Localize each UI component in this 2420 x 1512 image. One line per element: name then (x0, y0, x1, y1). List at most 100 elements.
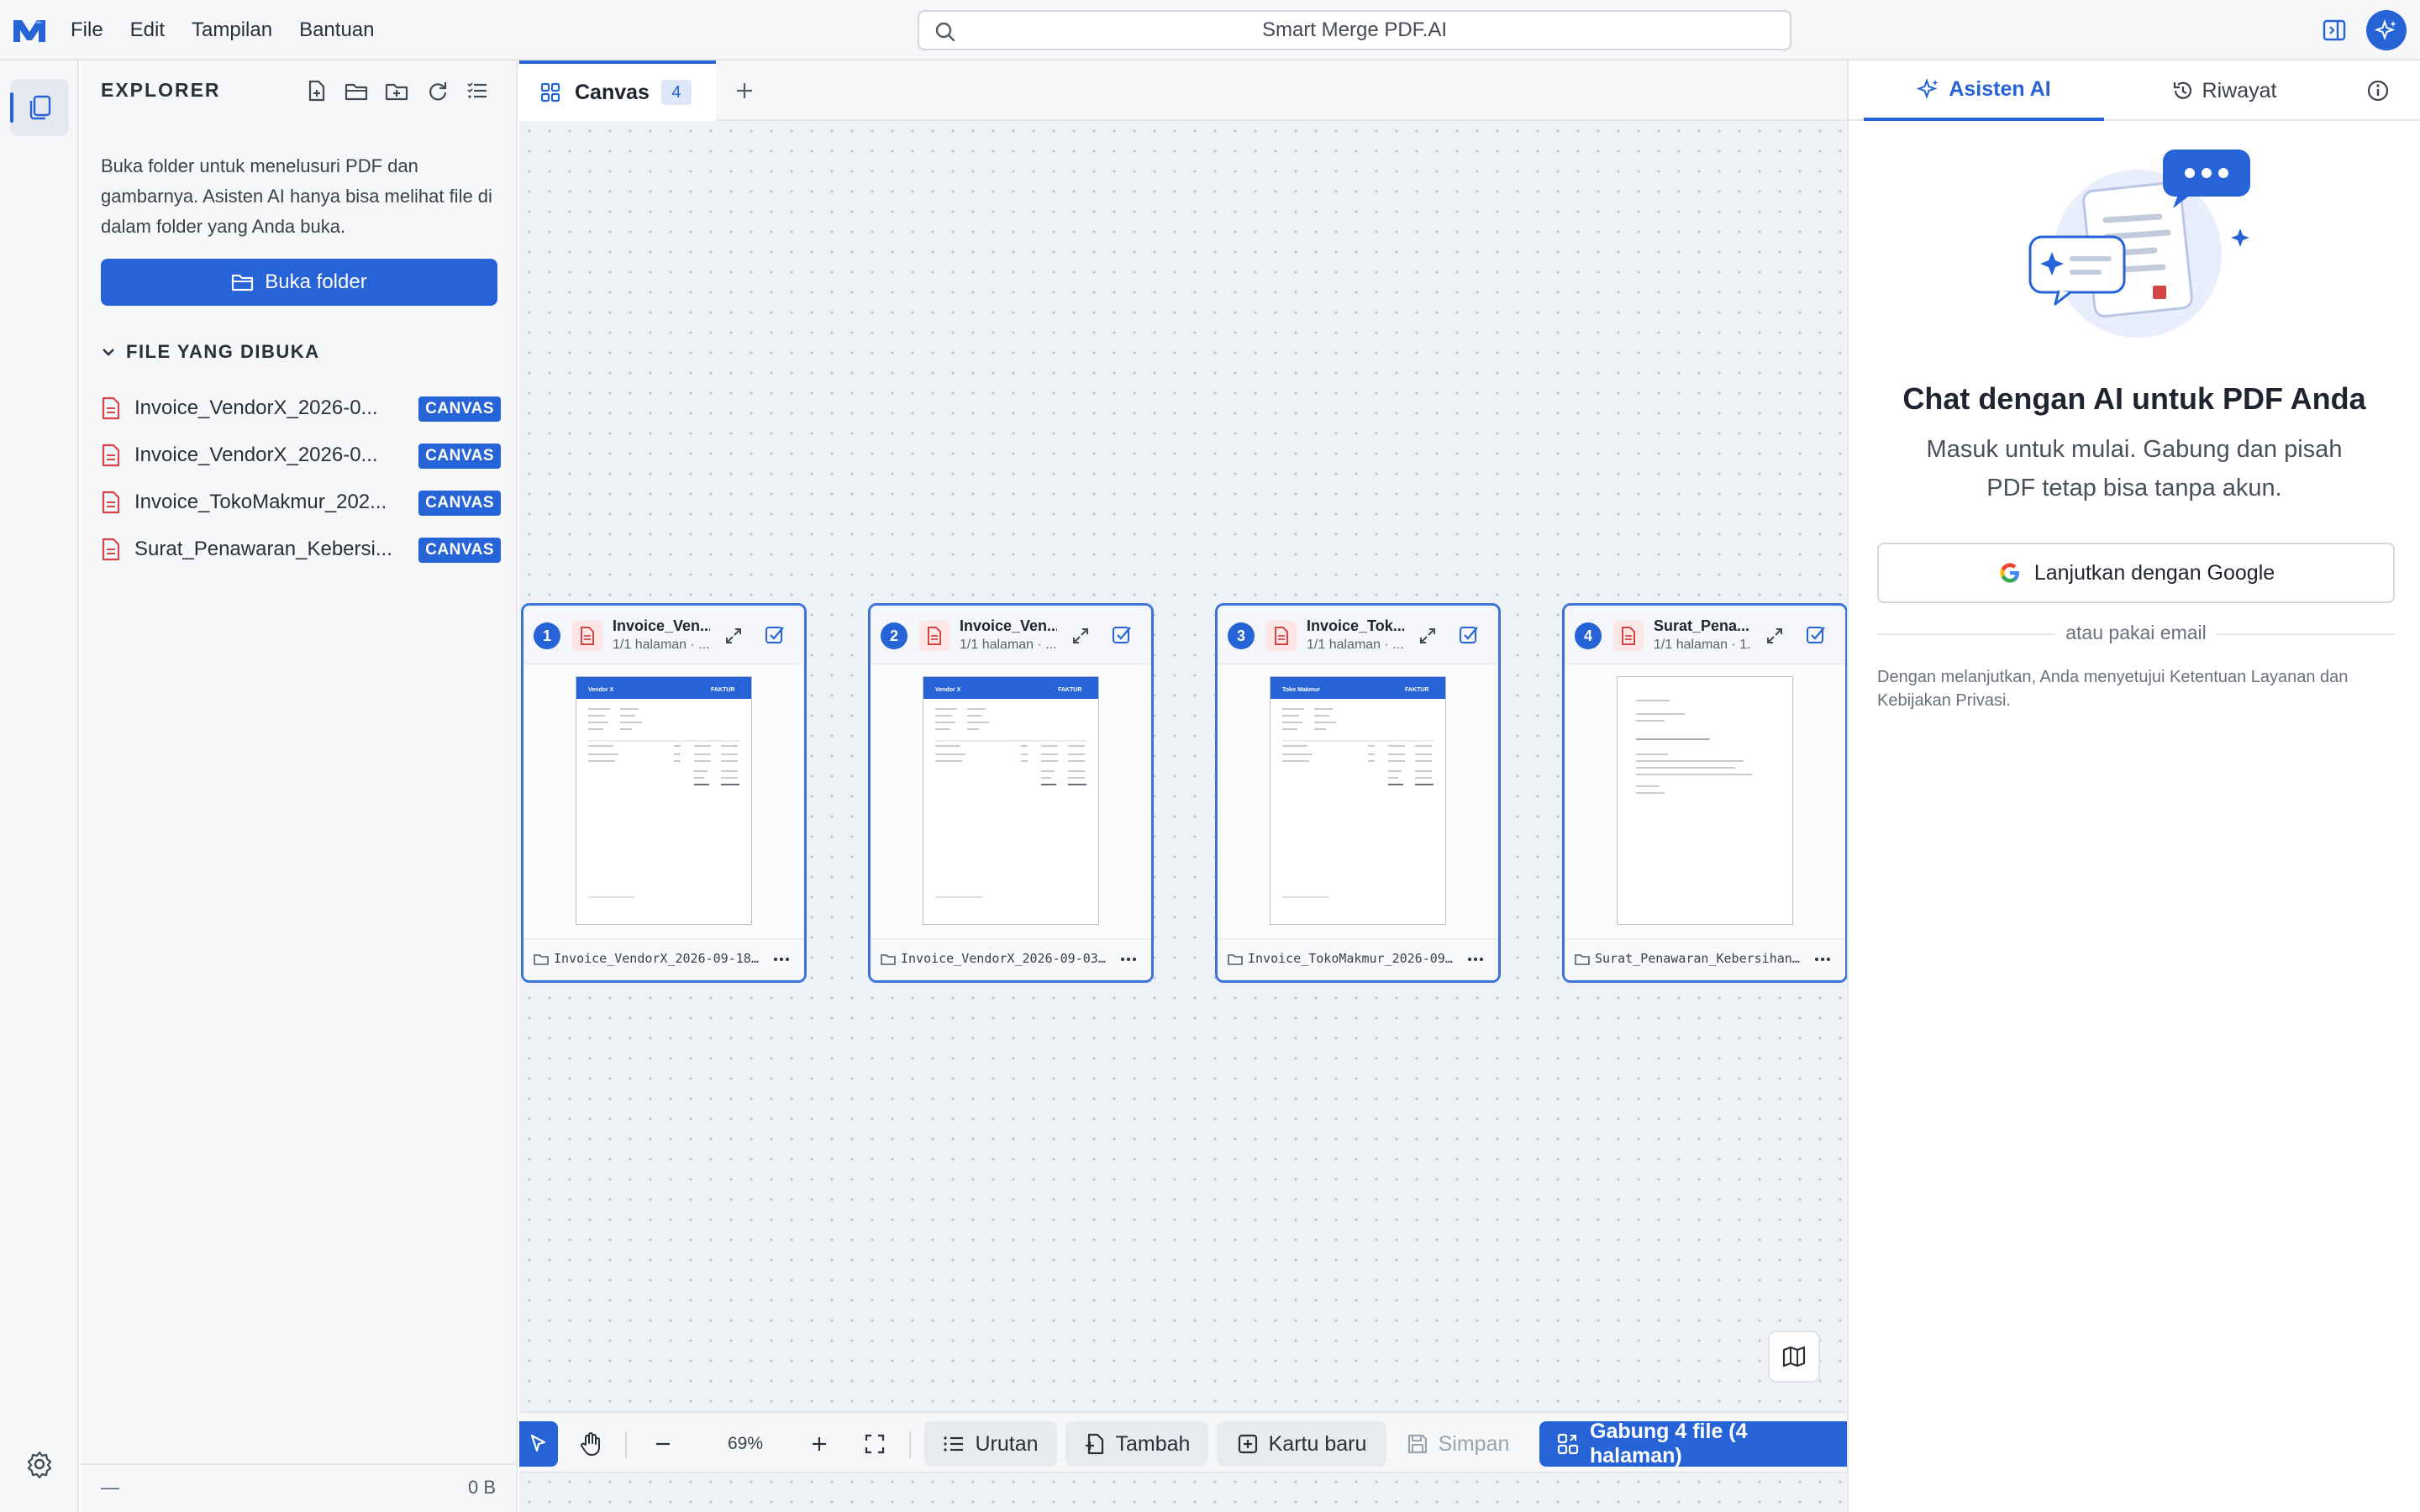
command-search[interactable]: Smart Merge PDF.AI (918, 10, 1791, 50)
list-item[interactable]: Surat_Penawaran_Kebersi... CANVAS (101, 526, 501, 573)
check-square-icon[interactable] (1111, 624, 1133, 646)
save-label: Simpan (1438, 1431, 1510, 1456)
open-files-title: FILE YANG DIBUKA (126, 341, 320, 362)
new-card-button[interactable]: Kartu baru (1217, 1421, 1386, 1467)
more-icon[interactable] (1812, 949, 1833, 969)
check-square-icon[interactable] (1805, 624, 1827, 646)
new-folder-icon[interactable] (383, 77, 410, 104)
page-preview[interactable] (1565, 664, 1845, 938)
tab-count-badge: 4 (660, 80, 692, 105)
menu-edit[interactable]: Edit (130, 18, 165, 42)
zoom-out-button[interactable] (644, 1421, 682, 1467)
card-order-number: 1 (534, 622, 560, 649)
ai-panel: Asisten AI Riwayat Chat dengan AI untuk … (1847, 60, 2420, 1512)
pdf-card[interactable]: 1 Invoice_Ven... 1/1 halaman · ... Vendo… (521, 603, 807, 983)
check-square-icon[interactable] (1458, 624, 1480, 646)
canvas-badge: CANVAS (418, 491, 501, 516)
menu-bar: File Edit Tampilan Bantuan (71, 0, 402, 60)
pdf-page-thumbnail (1617, 676, 1793, 925)
explorer-toolbar (302, 77, 504, 104)
more-icon[interactable] (1118, 949, 1139, 969)
google-icon (1997, 560, 2034, 585)
pdf-card[interactable]: 2 Invoice_Ven... 1/1 halaman · ... Vendo… (868, 603, 1154, 983)
open-files-section[interactable]: FILE YANG DIBUKA (101, 341, 320, 363)
save-button[interactable]: Simpan (1395, 1421, 1521, 1467)
check-square-icon[interactable] (764, 624, 786, 646)
invoice-vendor: Vendor X (588, 687, 614, 693)
folder-icon (1575, 953, 1590, 966)
list-item[interactable]: Invoice_TokoMakmur_202... CANVAS (101, 479, 501, 526)
plus-icon[interactable] (731, 77, 758, 104)
toolbar-divider (909, 1431, 911, 1458)
open-folder-icon[interactable] (343, 77, 370, 104)
refresh-icon[interactable] (424, 77, 450, 104)
add-label: Tambah (1115, 1431, 1191, 1456)
page-preview[interactable]: Toko Makmur FAKTUR (1218, 664, 1498, 938)
list-icon[interactable] (464, 77, 491, 104)
editor-tabs: Canvas 4 (519, 60, 1847, 121)
list-item[interactable]: Invoice_VendorX_2026-0... CANVAS (101, 432, 501, 479)
tab-ai-assistant[interactable]: Asisten AI (1864, 60, 2104, 121)
activity-bar (0, 60, 79, 1512)
folder-icon (534, 953, 549, 966)
card-header: 3 Invoice_Tok... 1/1 halaman · ... (1218, 606, 1498, 664)
expand-icon[interactable] (723, 626, 744, 646)
tab-canvas[interactable]: Canvas 4 (519, 60, 716, 121)
expand-icon[interactable] (1765, 626, 1785, 646)
order-button[interactable]: Urutan (924, 1421, 1057, 1467)
google-signin-button[interactable]: Lanjutkan dengan Google (1877, 543, 2395, 603)
card-page-info: 1/1 halaman · ... (1307, 638, 1404, 652)
new-file-icon[interactable] (302, 77, 329, 104)
history-icon (2172, 80, 2202, 102)
card-filename: Invoice_TokoMakmur_2026-09-1... (1248, 951, 1453, 966)
status-left: — (101, 1477, 119, 1498)
card-filename: Invoice_VendorX_2026-09-18.p... (554, 951, 759, 966)
order-list-icon (943, 1434, 975, 1454)
minus-icon (653, 1434, 673, 1454)
minimap-button[interactable] (1768, 1331, 1820, 1383)
fit-screen-button[interactable] (855, 1421, 894, 1467)
map-icon (1781, 1345, 1807, 1368)
merge-button[interactable]: Gabung 4 file (4 halaman) (1539, 1420, 1847, 1467)
pdf-card[interactable]: 3 Invoice_Tok... 1/1 halaman · ... Toko … (1215, 603, 1501, 983)
pdf-card[interactable]: 4 Surat_Pena... 1/1 halaman · 1... Surat… (1562, 603, 1847, 983)
menu-view[interactable]: Tampilan (192, 18, 272, 42)
zoom-level[interactable]: 69% (699, 1421, 792, 1467)
tab-history[interactable]: Riwayat (2104, 60, 2344, 121)
panel-toggle-icon[interactable] (2321, 17, 2348, 44)
expand-icon[interactable] (1071, 626, 1091, 646)
list-item[interactable]: Invoice_VendorX_2026-0... CANVAS (101, 385, 501, 432)
title-bar: File Edit Tampilan Bantuan Smart Merge P… (0, 0, 2420, 60)
menu-file[interactable]: File (71, 18, 103, 42)
card-title: Invoice_Ven... (613, 617, 710, 634)
add-button[interactable]: Tambah (1065, 1421, 1208, 1467)
google-signin-label: Lanjutkan dengan Google (2033, 560, 2275, 585)
file-name: Invoice_VendorX_2026-0... (134, 444, 378, 466)
more-icon[interactable] (1465, 949, 1486, 969)
sparkle-icon (1917, 77, 1949, 101)
menu-help[interactable]: Bantuan (299, 18, 374, 42)
info-icon[interactable] (2366, 79, 2390, 102)
ai-assistant-button[interactable] (2366, 10, 2407, 50)
card-filename: Invoice_VendorX_2026-09-03.p... (901, 951, 1106, 966)
zoom-in-button[interactable] (800, 1421, 839, 1467)
invoice-vendor: Vendor X (935, 687, 961, 693)
explorer-activity-button[interactable] (10, 79, 69, 136)
canvas-toolbar: 69% Urutan Tambah Kartu baru Simpan Gabu… (519, 1411, 1847, 1473)
terms-text: Dengan melanjutkan, Anda menyetujui Kete… (1877, 668, 2349, 710)
invoice-vendor: Toko Makmur (1282, 687, 1320, 693)
expand-icon[interactable] (1418, 626, 1438, 646)
more-icon[interactable] (771, 949, 792, 969)
status-bar: — 0 B (81, 1463, 516, 1512)
select-tool-button[interactable] (519, 1421, 558, 1467)
merge-canvas[interactable]: 1 Invoice_Ven... 1/1 halaman · ... Vendo… (519, 121, 1847, 1512)
page-preview[interactable]: Vendor X FAKTUR (523, 664, 804, 938)
page-preview[interactable]: Vendor X FAKTUR (871, 664, 1151, 938)
add-file-icon (1084, 1432, 1116, 1456)
folder-icon (881, 953, 896, 966)
pan-tool-button[interactable] (571, 1421, 610, 1467)
open-folder-button[interactable]: Buka folder (101, 259, 497, 306)
pdf-file-icon (919, 621, 950, 651)
app-title: Smart Merge PDF.AI (1261, 18, 1448, 41)
settings-icon[interactable] (25, 1450, 54, 1478)
